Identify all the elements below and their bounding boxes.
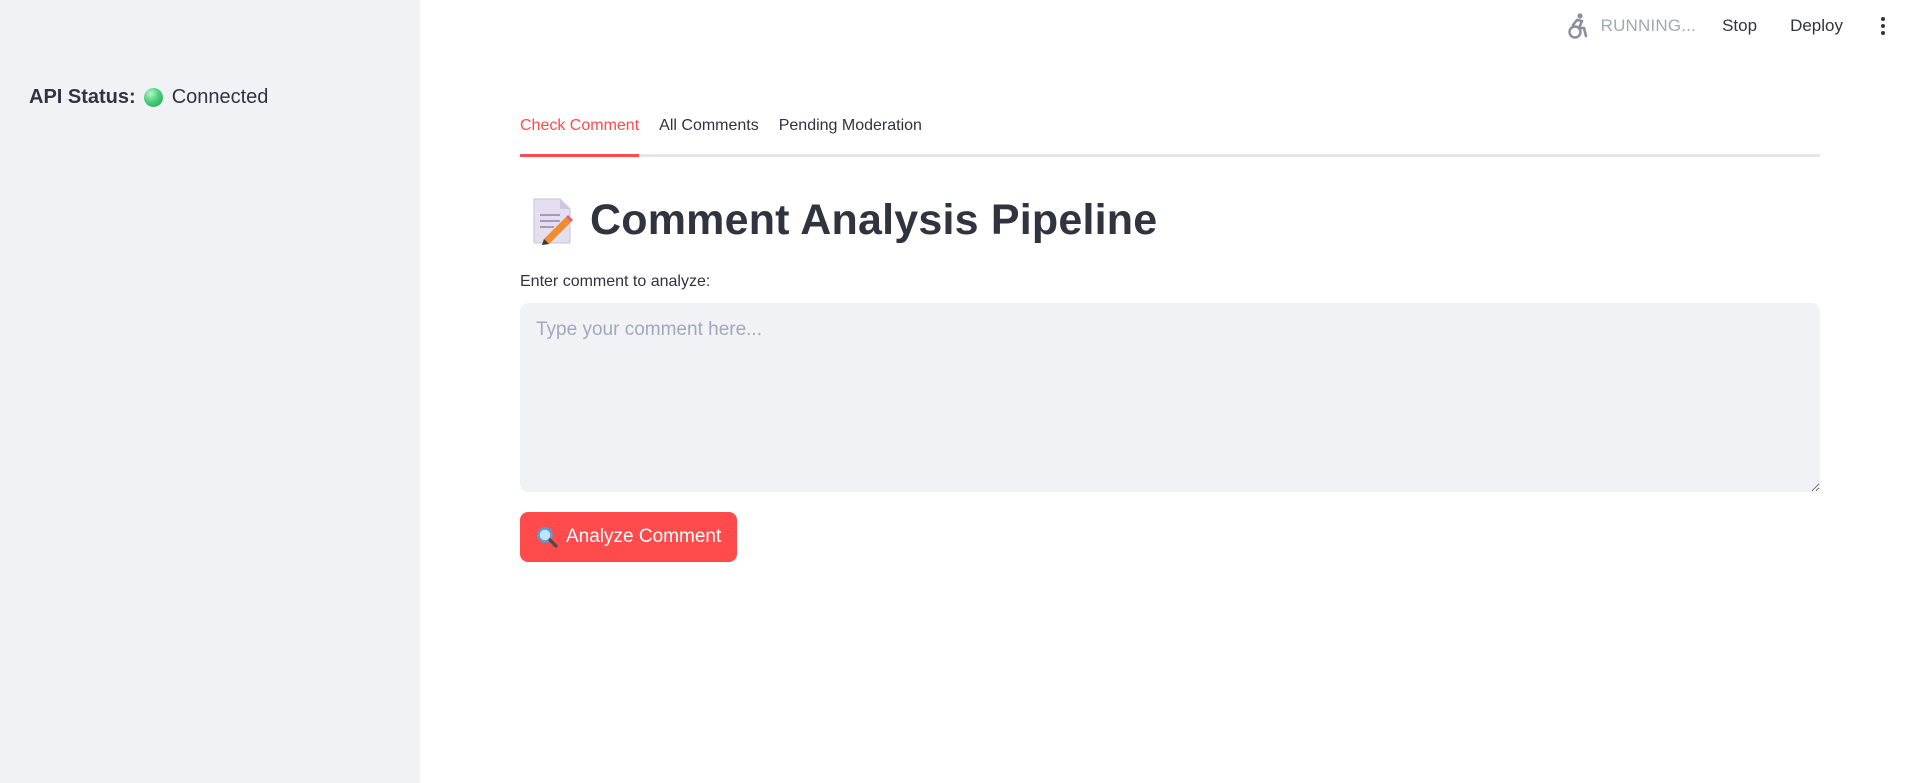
comment-field-label: Enter comment to analyze: (520, 273, 711, 290)
app-root: API Status: Connected RUNNING... Stop De… (0, 0, 1919, 783)
main-content: Check Comment All Comments Pending Moder… (520, 0, 1820, 783)
vertical-dots-icon (1881, 17, 1885, 21)
page-title: Comment Analysis Pipeline (590, 196, 1158, 244)
page-header: Comment Analysis Pipeline (530, 196, 1157, 245)
main-menu-button[interactable] (1871, 12, 1895, 40)
api-status: API Status: Connected (29, 84, 268, 110)
comment-textarea[interactable] (520, 303, 1820, 492)
tab-bar: Check Comment All Comments Pending Moder… (520, 112, 1820, 157)
sidebar: API Status: Connected (0, 0, 420, 783)
analyze-comment-button[interactable]: Analyze Comment (520, 512, 738, 562)
tab-all-comments[interactable]: All Comments (659, 112, 759, 154)
api-status-label: API Status: (29, 86, 136, 108)
memo-icon (533, 198, 573, 245)
api-status-value: Connected (171, 86, 269, 108)
tab-pending-moderation[interactable]: Pending Moderation (779, 112, 922, 154)
comment-input-container (520, 303, 1820, 492)
magnifying-glass-icon (537, 527, 558, 548)
tab-check-comment[interactable]: Check Comment (520, 112, 640, 157)
status-indicator-icon (143, 87, 163, 107)
analyze-comment-label: Analyze Comment (566, 526, 722, 547)
